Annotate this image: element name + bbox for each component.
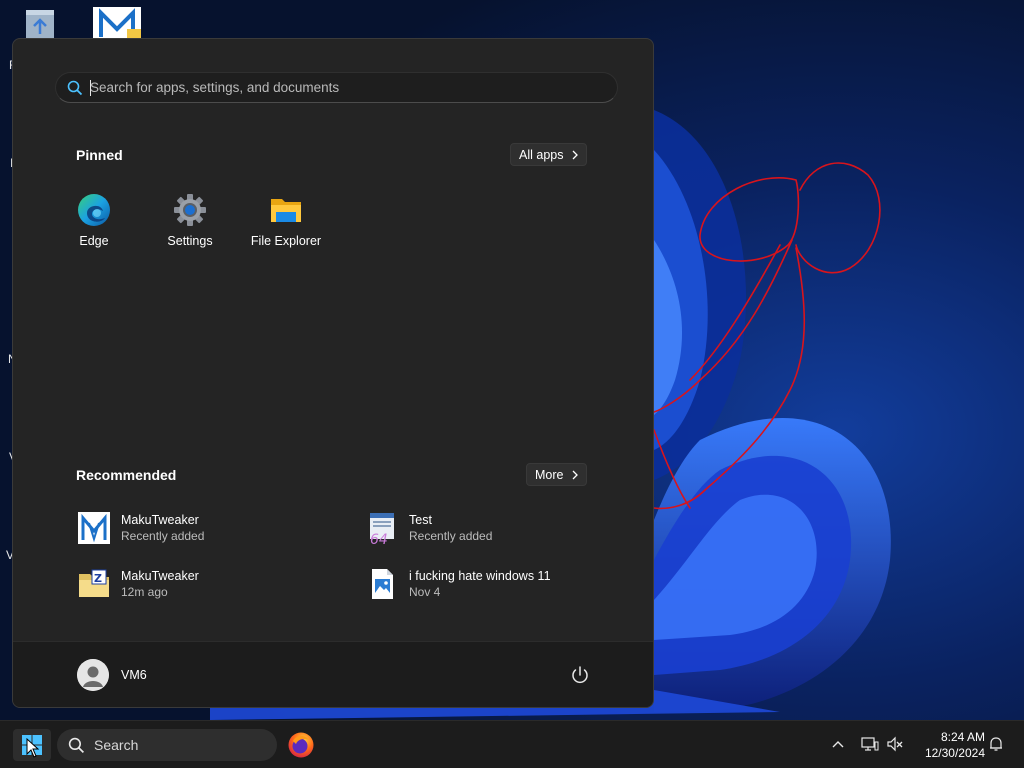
pinned-app-label: File Explorer xyxy=(250,234,322,248)
pinned-app-settings[interactable]: Settings xyxy=(148,191,232,261)
avatar xyxy=(77,659,109,691)
start-button[interactable] xyxy=(13,729,51,761)
search-icon xyxy=(60,73,90,103)
edge-icon xyxy=(78,194,110,226)
start-search-box[interactable] xyxy=(55,72,618,103)
test-app-icon: 64 xyxy=(370,513,394,545)
pinned-app-file-explorer[interactable]: File Explorer xyxy=(244,191,328,261)
recommended-item[interactable]: i fucking hate windows 11 Nov 4 xyxy=(365,564,551,604)
recommended-item-name: i fucking hate windows 11 xyxy=(409,569,551,583)
chevron-right-icon xyxy=(573,150,579,159)
taskbar-search-box[interactable]: Search xyxy=(57,729,277,761)
svg-text:Z: Z xyxy=(94,572,102,585)
svg-text:64: 64 xyxy=(370,532,388,545)
notification-bell-icon[interactable] xyxy=(985,733,1007,755)
recommended-item-detail: Recently added xyxy=(121,529,205,543)
search-icon xyxy=(68,737,85,753)
pinned-app-label: Edge xyxy=(79,234,109,248)
firefox-icon[interactable] xyxy=(287,731,315,759)
recommended-item-name: Test xyxy=(409,513,432,527)
mouse-pointer-icon xyxy=(26,738,40,758)
taskbar: Search 8:24 AM 12/30/2024 xyxy=(0,720,1024,768)
chevron-up-icon[interactable] xyxy=(827,733,849,755)
zip-folder-icon: Z xyxy=(79,569,109,597)
taskbar-search-label: Search xyxy=(94,737,139,753)
settings-gear-icon xyxy=(174,194,206,226)
recommended-item-detail: Nov 4 xyxy=(409,585,441,599)
start-menu: Pinned All apps Edge xyxy=(12,38,654,708)
pinned-title: Pinned xyxy=(76,147,123,163)
clock-date: 12/30/2024 xyxy=(924,746,985,760)
recommended-item-detail: 12m ago xyxy=(121,585,168,599)
recommended-item[interactable]: 64 Test Recently added xyxy=(365,508,492,548)
recommended-item[interactable]: Z MakuTweaker 12m ago xyxy=(77,564,199,604)
more-button[interactable]: More xyxy=(526,463,588,486)
makutweaker-icon xyxy=(78,512,110,544)
recommended-title: Recommended xyxy=(76,467,177,483)
volume-muted-icon[interactable] xyxy=(884,733,906,755)
more-label: More xyxy=(535,467,564,482)
image-file-icon xyxy=(372,569,393,599)
start-menu-footer: VM6 xyxy=(13,641,653,707)
all-apps-button[interactable]: All apps xyxy=(510,143,588,166)
recommended-item-detail: Recently added xyxy=(409,529,493,543)
folder-icon xyxy=(271,199,301,222)
all-apps-label: All apps xyxy=(519,147,564,162)
start-search-input[interactable] xyxy=(90,73,617,102)
recommended-item[interactable]: MakuTweaker Recently added xyxy=(77,508,204,548)
recommended-item-name: MakuTweaker xyxy=(121,569,199,583)
pinned-app-label: Settings xyxy=(167,234,213,248)
user-name: VM6 xyxy=(121,668,147,682)
user-account-button[interactable]: VM6 xyxy=(77,659,147,691)
chevron-right-icon xyxy=(573,470,579,479)
taskbar-clock[interactable]: 8:24 AM 12/30/2024 xyxy=(915,729,985,761)
power-icon[interactable] xyxy=(569,664,591,686)
recommended-item-name: MakuTweaker xyxy=(121,513,199,527)
network-icon[interactable] xyxy=(859,733,881,755)
pinned-app-edge[interactable]: Edge xyxy=(52,191,136,261)
clock-time: 8:24 AM xyxy=(940,730,985,744)
